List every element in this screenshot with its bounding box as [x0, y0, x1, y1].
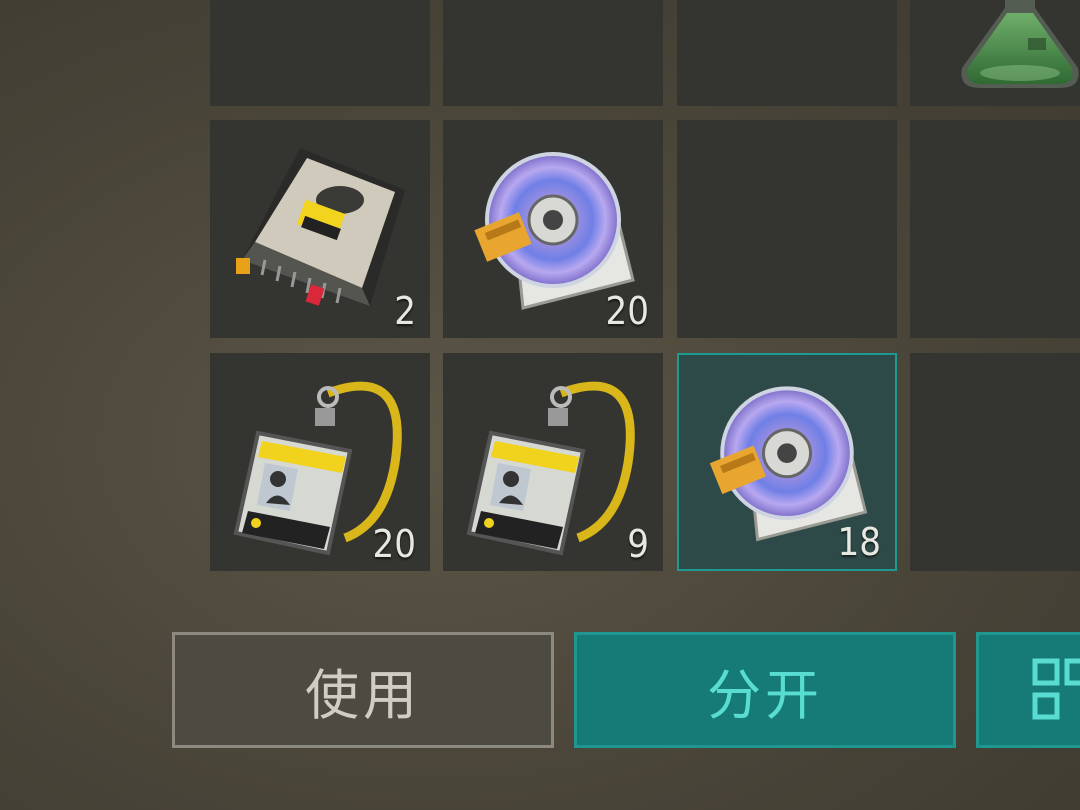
use-button-label: 使用 [305, 663, 421, 727]
use-button[interactable]: 使用 [172, 632, 554, 748]
item-count: 20 [605, 289, 650, 333]
item-count: 2 [394, 289, 416, 333]
inventory-slot-keycard[interactable]: 9 [443, 353, 663, 571]
inventory-slot-disc-selected[interactable]: 18 [677, 353, 897, 571]
inventory-slot[interactable] [677, 0, 897, 106]
inventory-slot-keycard[interactable]: 20 [210, 353, 430, 571]
split-button[interactable]: 分开 [574, 632, 956, 748]
item-count: 18 [837, 520, 882, 564]
inventory-slot[interactable] [443, 0, 663, 106]
inventory-slot-hard-drive[interactable]: 2 [210, 120, 430, 338]
item-count: 9 [627, 522, 649, 566]
inventory-slot[interactable] [910, 120, 1080, 338]
inventory-slot[interactable] [910, 353, 1080, 571]
flask-icon [961, 0, 1079, 88]
inventory-slot[interactable] [210, 0, 430, 106]
inventory-slot-flask[interactable] [910, 0, 1080, 106]
item-count: 20 [372, 522, 417, 566]
split-button-label: 分开 [707, 663, 823, 727]
inventory-grid: 2 20 20 9 18 [0, 0, 1080, 600]
grid-icon [1032, 658, 1080, 720]
inventory-slot[interactable] [677, 120, 897, 338]
more-button[interactable] [976, 632, 1080, 748]
inventory-slot-disc[interactable]: 20 [443, 120, 663, 338]
